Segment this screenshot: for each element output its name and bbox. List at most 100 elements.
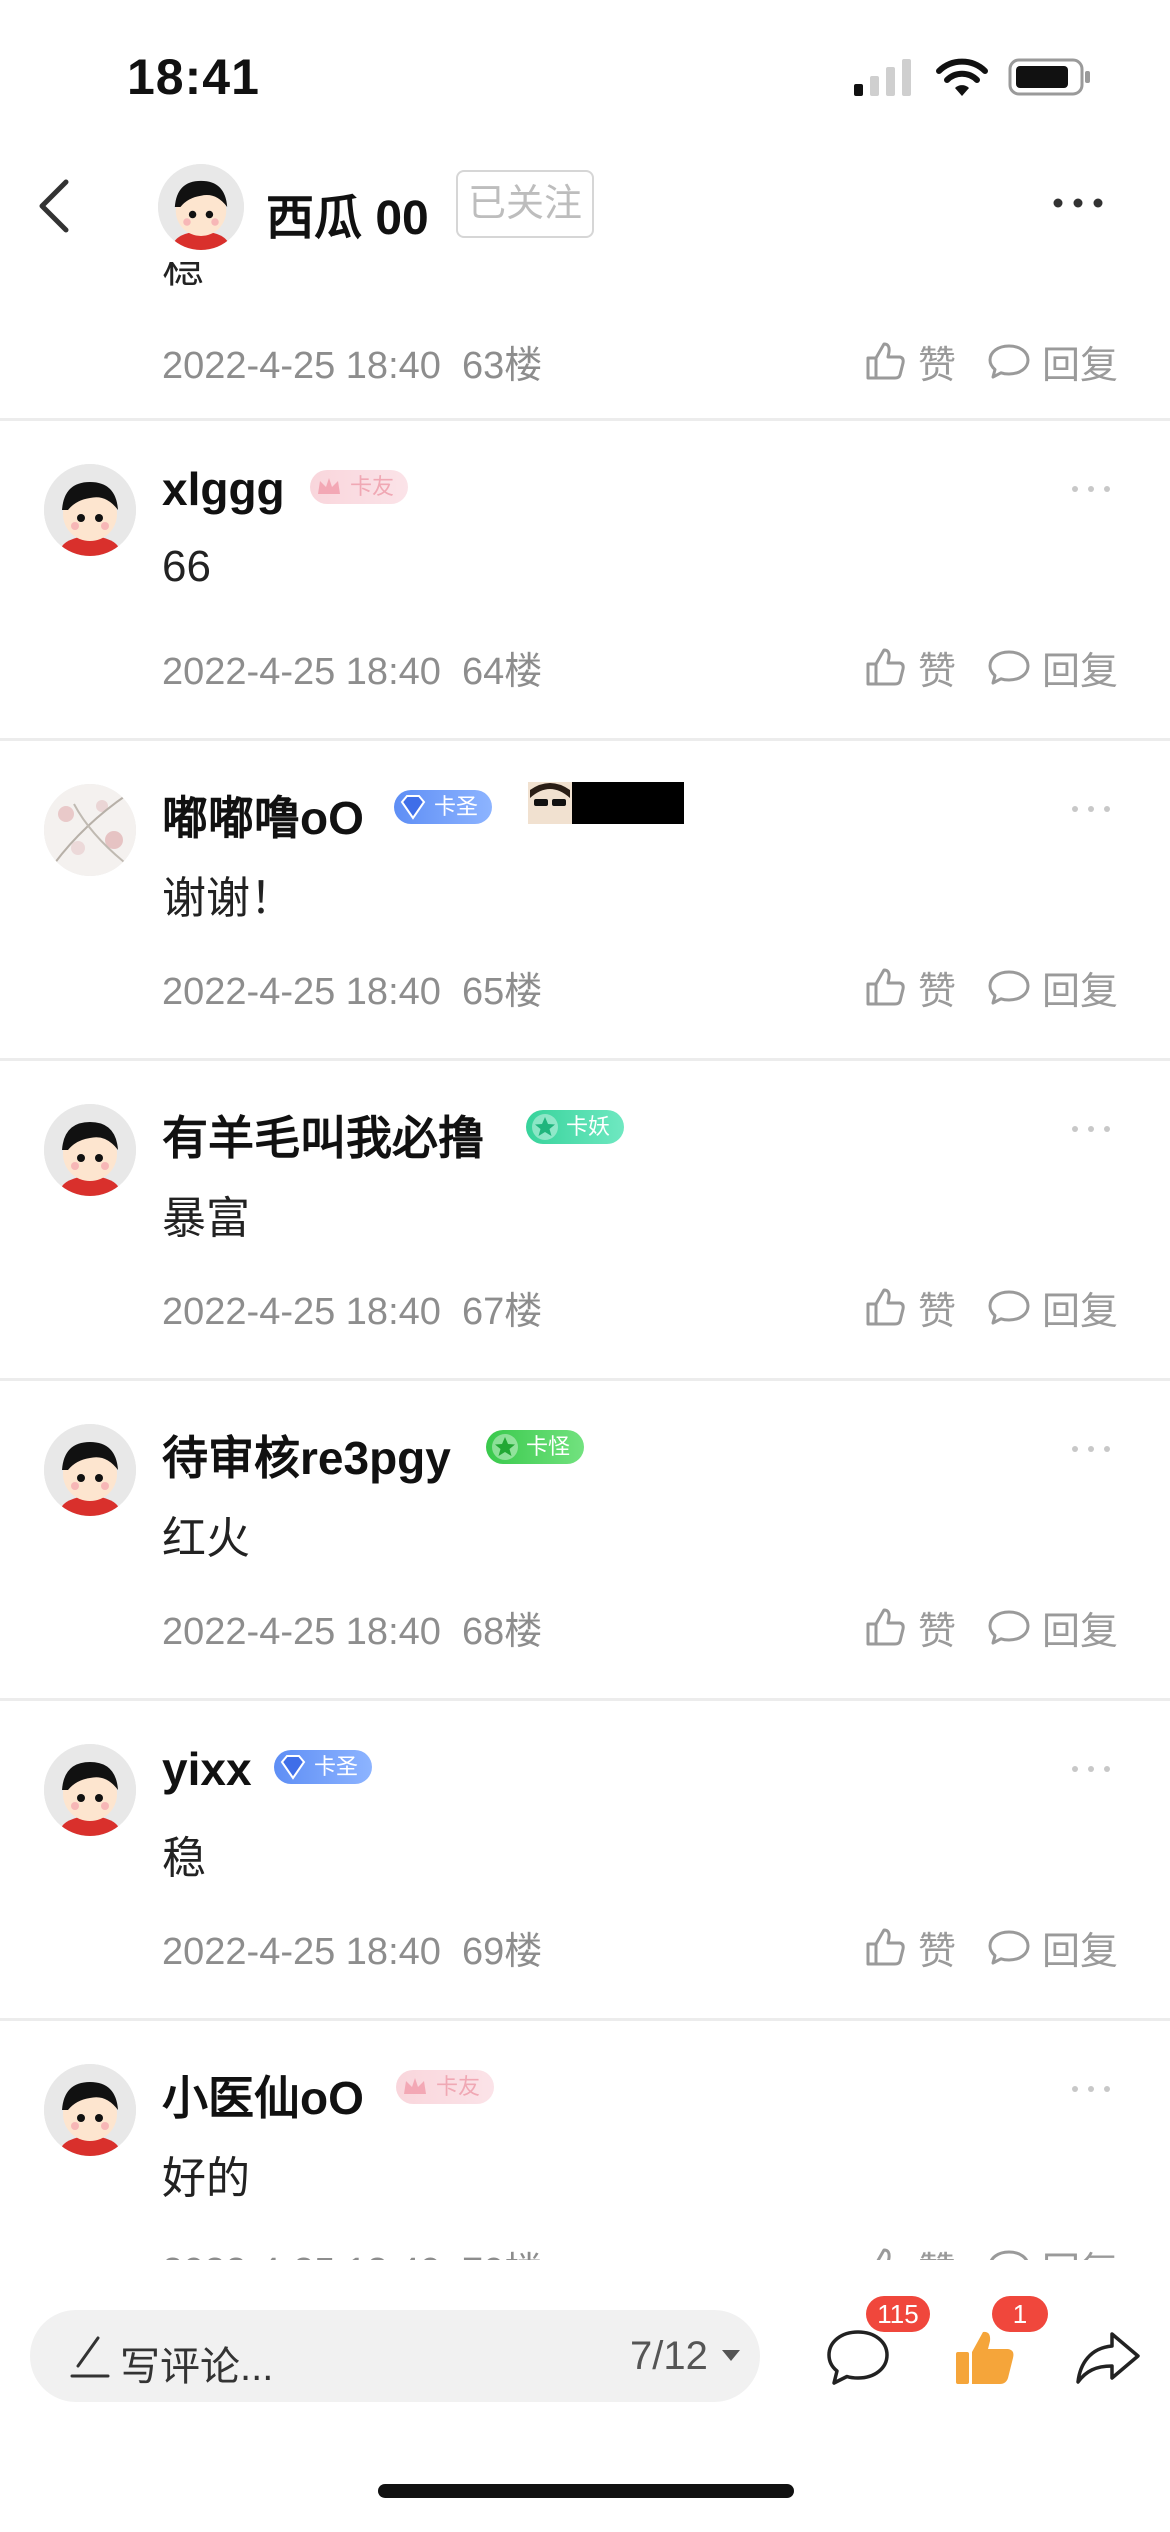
star-icon — [532, 1114, 558, 1140]
cartoon-avatar-icon — [44, 1744, 136, 1836]
comment-time-floor: 2022-4-25 18:40 70楼 — [162, 2240, 542, 2260]
reply-button[interactable]: 回复 — [986, 1592, 1118, 1662]
battery-icon — [1008, 58, 1090, 96]
user-level-badge: 卡友 — [396, 2070, 495, 2104]
status-bar: 18:41 — [0, 0, 1170, 150]
user-name[interactable]: 嘟嘟噜oO — [162, 782, 364, 848]
reply-button[interactable]: 回复 — [986, 326, 1118, 396]
page-dropdown-caret-icon[interactable] — [722, 2350, 740, 2361]
comment-time-floor: 2022-4-25 18:40 69楼 — [162, 1931, 543, 1973]
wifi-icon — [936, 58, 988, 96]
like-button[interactable]: 赞 — [862, 326, 956, 396]
comment-more-icon[interactable] — [1070, 804, 1112, 814]
like-icon — [866, 1608, 905, 1646]
like-icon — [866, 342, 905, 380]
home-indicator — [378, 2484, 794, 2498]
user-level-badge: 卡怪 — [486, 1430, 585, 1464]
user-name[interactable]: xlggg — [162, 462, 285, 516]
status-time: 18:41 — [127, 49, 260, 105]
cartoon-avatar-icon — [44, 464, 136, 556]
comment-text: 稳 — [162, 1834, 206, 1883]
comment-item[interactable]: yixx 卡圣 稳 2022-4-25 18:40 69楼 赞 回复 — [0, 1700, 1170, 2020]
reply-icon — [988, 1610, 1030, 1645]
more-icon[interactable] — [1050, 190, 1106, 216]
like-icon — [866, 1928, 905, 1966]
like-icon — [876, 2248, 891, 2260]
like-button[interactable]: 赞 — [862, 1272, 956, 1342]
page-indicator[interactable]: 7/12 — [630, 2334, 708, 2379]
crown-icon — [404, 2078, 426, 2094]
user-avatar[interactable] — [44, 784, 136, 876]
reply-icon — [988, 970, 1030, 1005]
user-avatar[interactable] — [44, 1104, 136, 1196]
comment-icon[interactable] — [824, 2326, 892, 2390]
comment-feed[interactable]: 稳 2022-4-25 18:40 63楼 赞 回复 xlggg 卡友 66 2… — [0, 262, 1170, 2260]
comment-meta: 2022-4-25 18:40 63楼 赞 回复 — [0, 326, 1170, 396]
user-name[interactable]: 待审核re3pgy — [162, 1422, 451, 1488]
reply-button[interactable]: 回复 — [986, 952, 1118, 1022]
like-icon — [866, 1288, 905, 1326]
comment-more-icon[interactable] — [1070, 1124, 1112, 1134]
reply-icon — [988, 344, 1030, 379]
user-name[interactable]: 小医仙oO — [162, 2062, 364, 2128]
comment-more-icon[interactable] — [1070, 1444, 1112, 1454]
cellular-signal-icon — [854, 59, 911, 96]
back-icon[interactable] — [28, 172, 88, 240]
reply-icon — [988, 1930, 1030, 1965]
user-avatar[interactable] — [44, 2064, 136, 2156]
cartoon-avatar-icon — [44, 2064, 136, 2156]
blossom-photo-avatar-icon — [44, 784, 136, 876]
comment-item[interactable]: 嘟嘟噜oO 卡圣 谢谢！ 2022-4-25 18:40 65楼 赞 回复 — [0, 740, 1170, 1060]
user-avatar[interactable] — [44, 464, 136, 556]
user-level-badge: 卡圣 — [394, 790, 493, 824]
comment-meta: 2022-4-25 18:40 70楼 赞 回复 — [0, 2232, 1170, 2260]
like-button[interactable]: 赞 — [862, 2232, 956, 2260]
user-level-badge: 卡圣 — [274, 1750, 373, 1784]
comment-time-floor: 2022-4-25 18:40 64楼 — [162, 651, 543, 693]
share-icon[interactable] — [1072, 2326, 1144, 2390]
like-button[interactable]: 赞 — [862, 632, 956, 702]
user-avatar[interactable] — [44, 1424, 136, 1516]
user-avatar[interactable] — [44, 1744, 136, 1836]
diamond-icon — [400, 795, 426, 820]
diamond-icon — [280, 1755, 306, 1780]
comment-time-floor: 2022-4-25 18:40 67楼 — [162, 1291, 543, 1333]
comment-item[interactable]: xlggg 卡友 66 2022-4-25 18:40 64楼 赞 回复 — [0, 420, 1170, 740]
like-button[interactable]: 赞 — [862, 1912, 956, 1982]
like-icon — [866, 648, 905, 686]
reply-button[interactable]: 回复 — [986, 632, 1118, 702]
comment-time-floor: 2022-4-25 18:40 63楼 — [162, 345, 543, 387]
comment-text: 好的 — [162, 2154, 250, 2203]
comment-text: 红火 — [162, 1514, 250, 1563]
user-name[interactable]: yixx — [162, 1742, 252, 1796]
thumb-up-icon[interactable] — [952, 2326, 1020, 2390]
author-avatar[interactable] — [158, 164, 244, 250]
comment-meta: 2022-4-25 18:40 67楼 赞 回复 — [0, 1272, 1170, 1342]
author-name[interactable]: 西瓜 00 — [266, 178, 429, 248]
comment-meta: 2022-4-25 18:40 64楼 赞 回复 — [0, 632, 1170, 702]
comment-text-cut: 稳 — [162, 262, 205, 291]
user-name[interactable]: 有羊毛叫我必撸 — [162, 1102, 484, 1168]
like-button[interactable]: 赞 — [862, 1592, 956, 1662]
reply-icon — [988, 650, 1030, 685]
reply-button[interactable]: 回复 — [986, 1272, 1118, 1342]
comment-text: 66 — [162, 542, 211, 591]
user-sticker-image — [528, 782, 684, 824]
comment-more-icon[interactable] — [1070, 1764, 1112, 1774]
star-icon — [492, 1434, 518, 1460]
comment-more-icon[interactable] — [1070, 2084, 1112, 2094]
comment-input[interactable]: 写评论... 7/12 — [30, 2310, 760, 2402]
reply-button[interactable]: 回复 — [986, 2232, 1118, 2260]
follow-status-button[interactable]: 已关注 — [456, 170, 595, 238]
like-button[interactable]: 赞 — [862, 952, 956, 1022]
reply-button[interactable]: 回复 — [986, 1912, 1118, 1982]
reply-icon — [988, 1290, 1030, 1325]
comment-more-icon[interactable] — [1070, 484, 1112, 494]
comment-item[interactable]: 小医仙oO 卡友 好的 2022-4-25 18:40 70楼 赞 回复 — [0, 2020, 1170, 2260]
cartoon-avatar-icon — [44, 1424, 136, 1516]
comment-item[interactable]: 有羊毛叫我必撸 卡妖 暴富 2022-4-25 18:40 67楼 赞 回复 — [0, 1060, 1170, 1380]
comment-meta: 2022-4-25 18:40 68楼 赞 回复 — [0, 1592, 1170, 1662]
comment-meta: 2022-4-25 18:40 69楼 赞 回复 — [0, 1912, 1170, 1982]
comment-item[interactable]: 待审核re3pgy 卡怪 红火 2022-4-25 18:40 68楼 赞 回复 — [0, 1380, 1170, 1700]
comment-input-placeholder[interactable]: 写评论... — [120, 2334, 273, 2392]
